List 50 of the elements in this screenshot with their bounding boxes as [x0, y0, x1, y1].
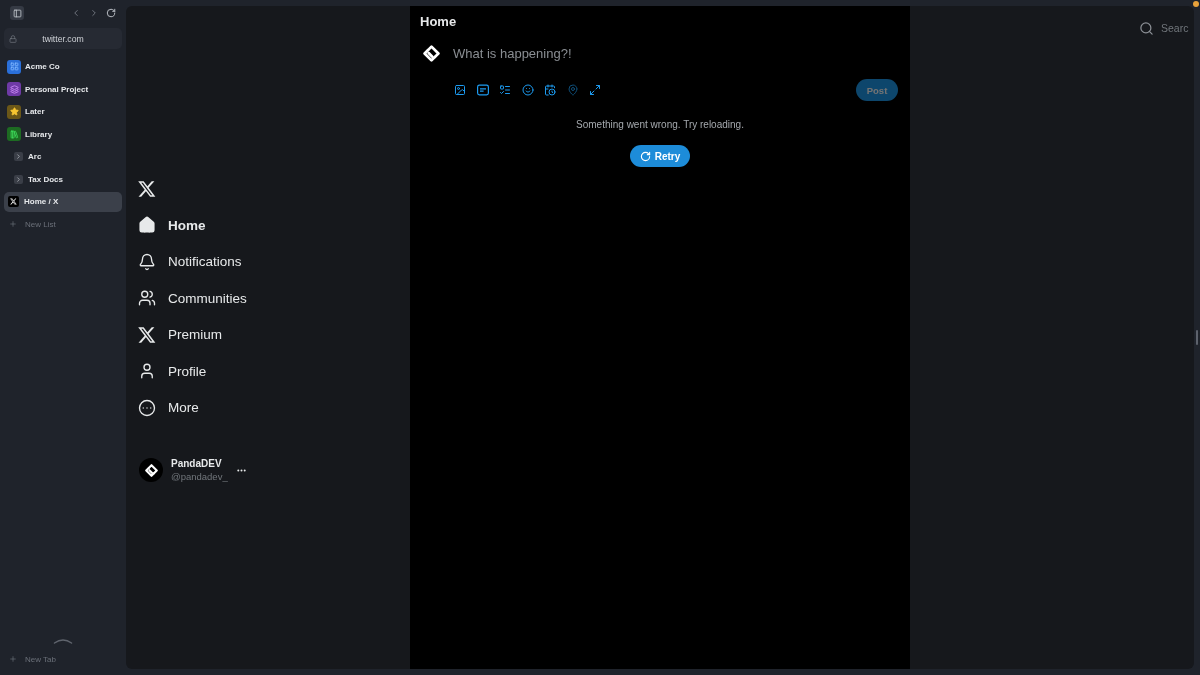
nav-link[interactable]: More — [138, 389, 199, 426]
account-name: PandaDEV — [171, 457, 223, 470]
nav-link[interactable]: Notifications — [138, 243, 242, 280]
sidebar-item[interactable]: Library — [4, 124, 122, 144]
sidebar-folder[interactable]: Arc — [4, 147, 122, 167]
sidebar-toggle-button[interactable] — [10, 6, 24, 20]
home-icon — [138, 216, 156, 235]
address-bar[interactable]: twitter.com — [4, 28, 122, 49]
more-circle-icon — [138, 398, 156, 417]
search-field[interactable]: Searc — [1161, 21, 1194, 35]
nav-link[interactable]: Home — [138, 207, 206, 244]
sidebar-icon — [12, 8, 22, 18]
avatar-icon — [423, 44, 440, 62]
refresh-icon — [639, 150, 651, 162]
chevron-left-icon[interactable] — [71, 8, 81, 18]
x-logo-icon — [8, 196, 19, 208]
sidebar-item[interactable]: Acme Co — [4, 57, 122, 77]
sidebar-item[interactable]: Personal Project — [4, 79, 122, 99]
plus-icon — [9, 220, 17, 229]
scrollbar-thumb[interactable] — [1196, 330, 1198, 345]
calendar-clock-icon[interactable] — [544, 84, 556, 96]
lock-icon — [9, 34, 17, 43]
plus-icon — [9, 655, 17, 664]
nav-link[interactable]: Communities — [138, 280, 247, 317]
media-box-icon[interactable] — [476, 84, 489, 96]
refresh-icon[interactable] — [106, 8, 116, 18]
bell-icon — [138, 252, 156, 271]
url-text: twitter.com — [42, 32, 84, 45]
status-dot-icon — [1193, 1, 1199, 7]
x-logo-icon — [138, 325, 156, 344]
person-icon — [138, 362, 156, 381]
error-message: Something went wrong. Try reloading. — [576, 118, 744, 132]
sidebar-item[interactable]: Later — [4, 102, 122, 122]
x-logo-icon[interactable] — [138, 181, 156, 197]
search-icon — [1139, 20, 1154, 36]
avatar-icon[interactable] — [139, 458, 163, 483]
nav-link[interactable]: Profile — [138, 353, 207, 390]
sidebar-folder[interactable]: Tax Docs — [4, 169, 122, 189]
people-icon — [138, 289, 156, 308]
sidebar-tab[interactable]: Home / X — [4, 192, 122, 212]
compose-field[interactable]: What is happening?! — [453, 44, 833, 62]
retry-button[interactable]: Retry — [629, 145, 691, 167]
page-title: Home — [420, 14, 457, 30]
account-handle: @pandadev_ — [171, 470, 228, 483]
chevron-up-icon[interactable] — [53, 637, 73, 644]
expand-icon[interactable] — [589, 84, 601, 96]
checklist-icon[interactable] — [499, 84, 511, 96]
nav-link[interactable]: Premium — [138, 316, 222, 353]
image-icon[interactable] — [454, 84, 466, 96]
smiley-icon[interactable] — [521, 84, 534, 96]
